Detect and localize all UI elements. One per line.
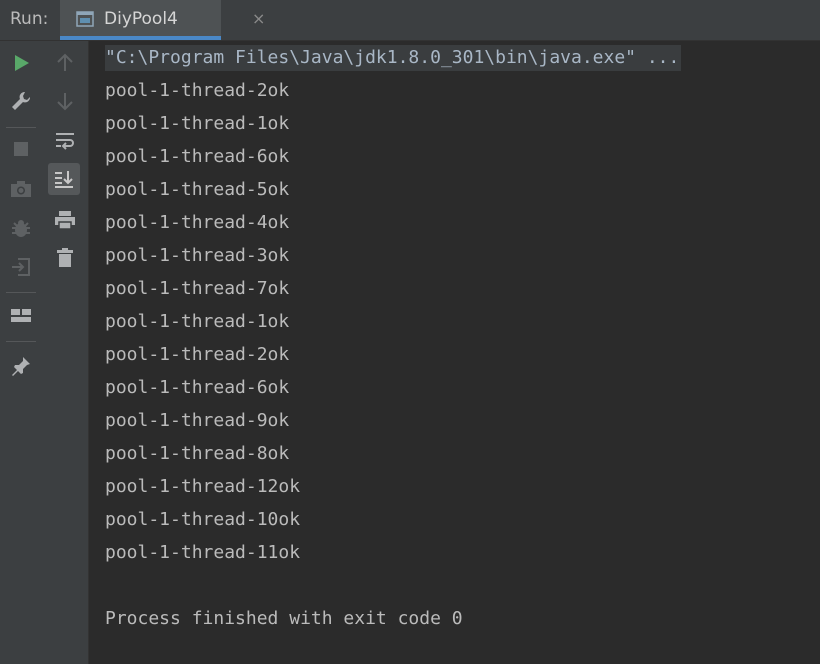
tab-selected-indicator	[60, 36, 221, 40]
wrench-icon[interactable]	[8, 88, 34, 114]
console-line: pool-1-thread-10ok	[105, 509, 301, 530]
login-icon[interactable]	[8, 254, 34, 280]
console-command: "C:\Program Files\Java\jdk1.8.0_301\bin\…	[105, 45, 682, 71]
console-line: pool-1-thread-6ok	[105, 146, 290, 167]
console-line: pool-1-thread-11ok	[105, 542, 301, 563]
run-icon[interactable]	[8, 50, 34, 76]
tab-diypool4[interactable]: DiyPool4 ×	[60, 0, 265, 40]
scroll-to-end-icon[interactable]	[48, 163, 80, 195]
arrow-down-icon[interactable]	[52, 88, 78, 114]
run-header: Run: DiyPool4 ×	[0, 0, 820, 41]
exit-message: Process finished with exit code 0	[105, 608, 463, 629]
pin-icon[interactable]	[8, 353, 34, 379]
close-icon[interactable]: ×	[252, 10, 265, 28]
console-line: pool-1-thread-4ok	[105, 212, 290, 233]
bug-icon[interactable]	[8, 216, 34, 242]
arrow-up-icon[interactable]	[52, 50, 78, 76]
console-line: pool-1-thread-2ok	[105, 80, 290, 101]
run-toolbar	[0, 41, 42, 664]
console-line: pool-1-thread-5ok	[105, 179, 290, 200]
layout-icon[interactable]	[8, 303, 34, 329]
toolbar-separator	[6, 341, 36, 342]
console-line: pool-1-thread-8ok	[105, 443, 290, 464]
trash-icon[interactable]	[52, 245, 78, 271]
tab-title: DiyPool4	[104, 9, 178, 29]
console-line: pool-1-thread-1ok	[105, 113, 290, 134]
toolbar-separator	[6, 292, 36, 293]
console-line: pool-1-thread-6ok	[105, 377, 290, 398]
console-line: pool-1-thread-3ok	[105, 245, 290, 266]
toolbar-separator	[6, 127, 36, 128]
console-icon	[76, 10, 94, 28]
console-line: pool-1-thread-9ok	[105, 410, 290, 431]
console-line: pool-1-thread-2ok	[105, 344, 290, 365]
run-label: Run:	[10, 9, 49, 29]
console-line: pool-1-thread-1ok	[105, 311, 290, 332]
soft-wrap-icon[interactable]	[52, 128, 78, 154]
console-output[interactable]: "C:\Program Files\Java\jdk1.8.0_301\bin\…	[89, 41, 820, 664]
run-tool-window: Run: DiyPool4 × "C:\Program Files\Java\j…	[0, 0, 820, 664]
stop-icon[interactable]	[8, 136, 34, 162]
print-icon[interactable]	[52, 207, 78, 233]
console-line: pool-1-thread-12ok	[105, 476, 301, 497]
camera-icon[interactable]	[8, 176, 34, 202]
console-line: pool-1-thread-7ok	[105, 278, 290, 299]
console-toolbar	[42, 41, 89, 664]
